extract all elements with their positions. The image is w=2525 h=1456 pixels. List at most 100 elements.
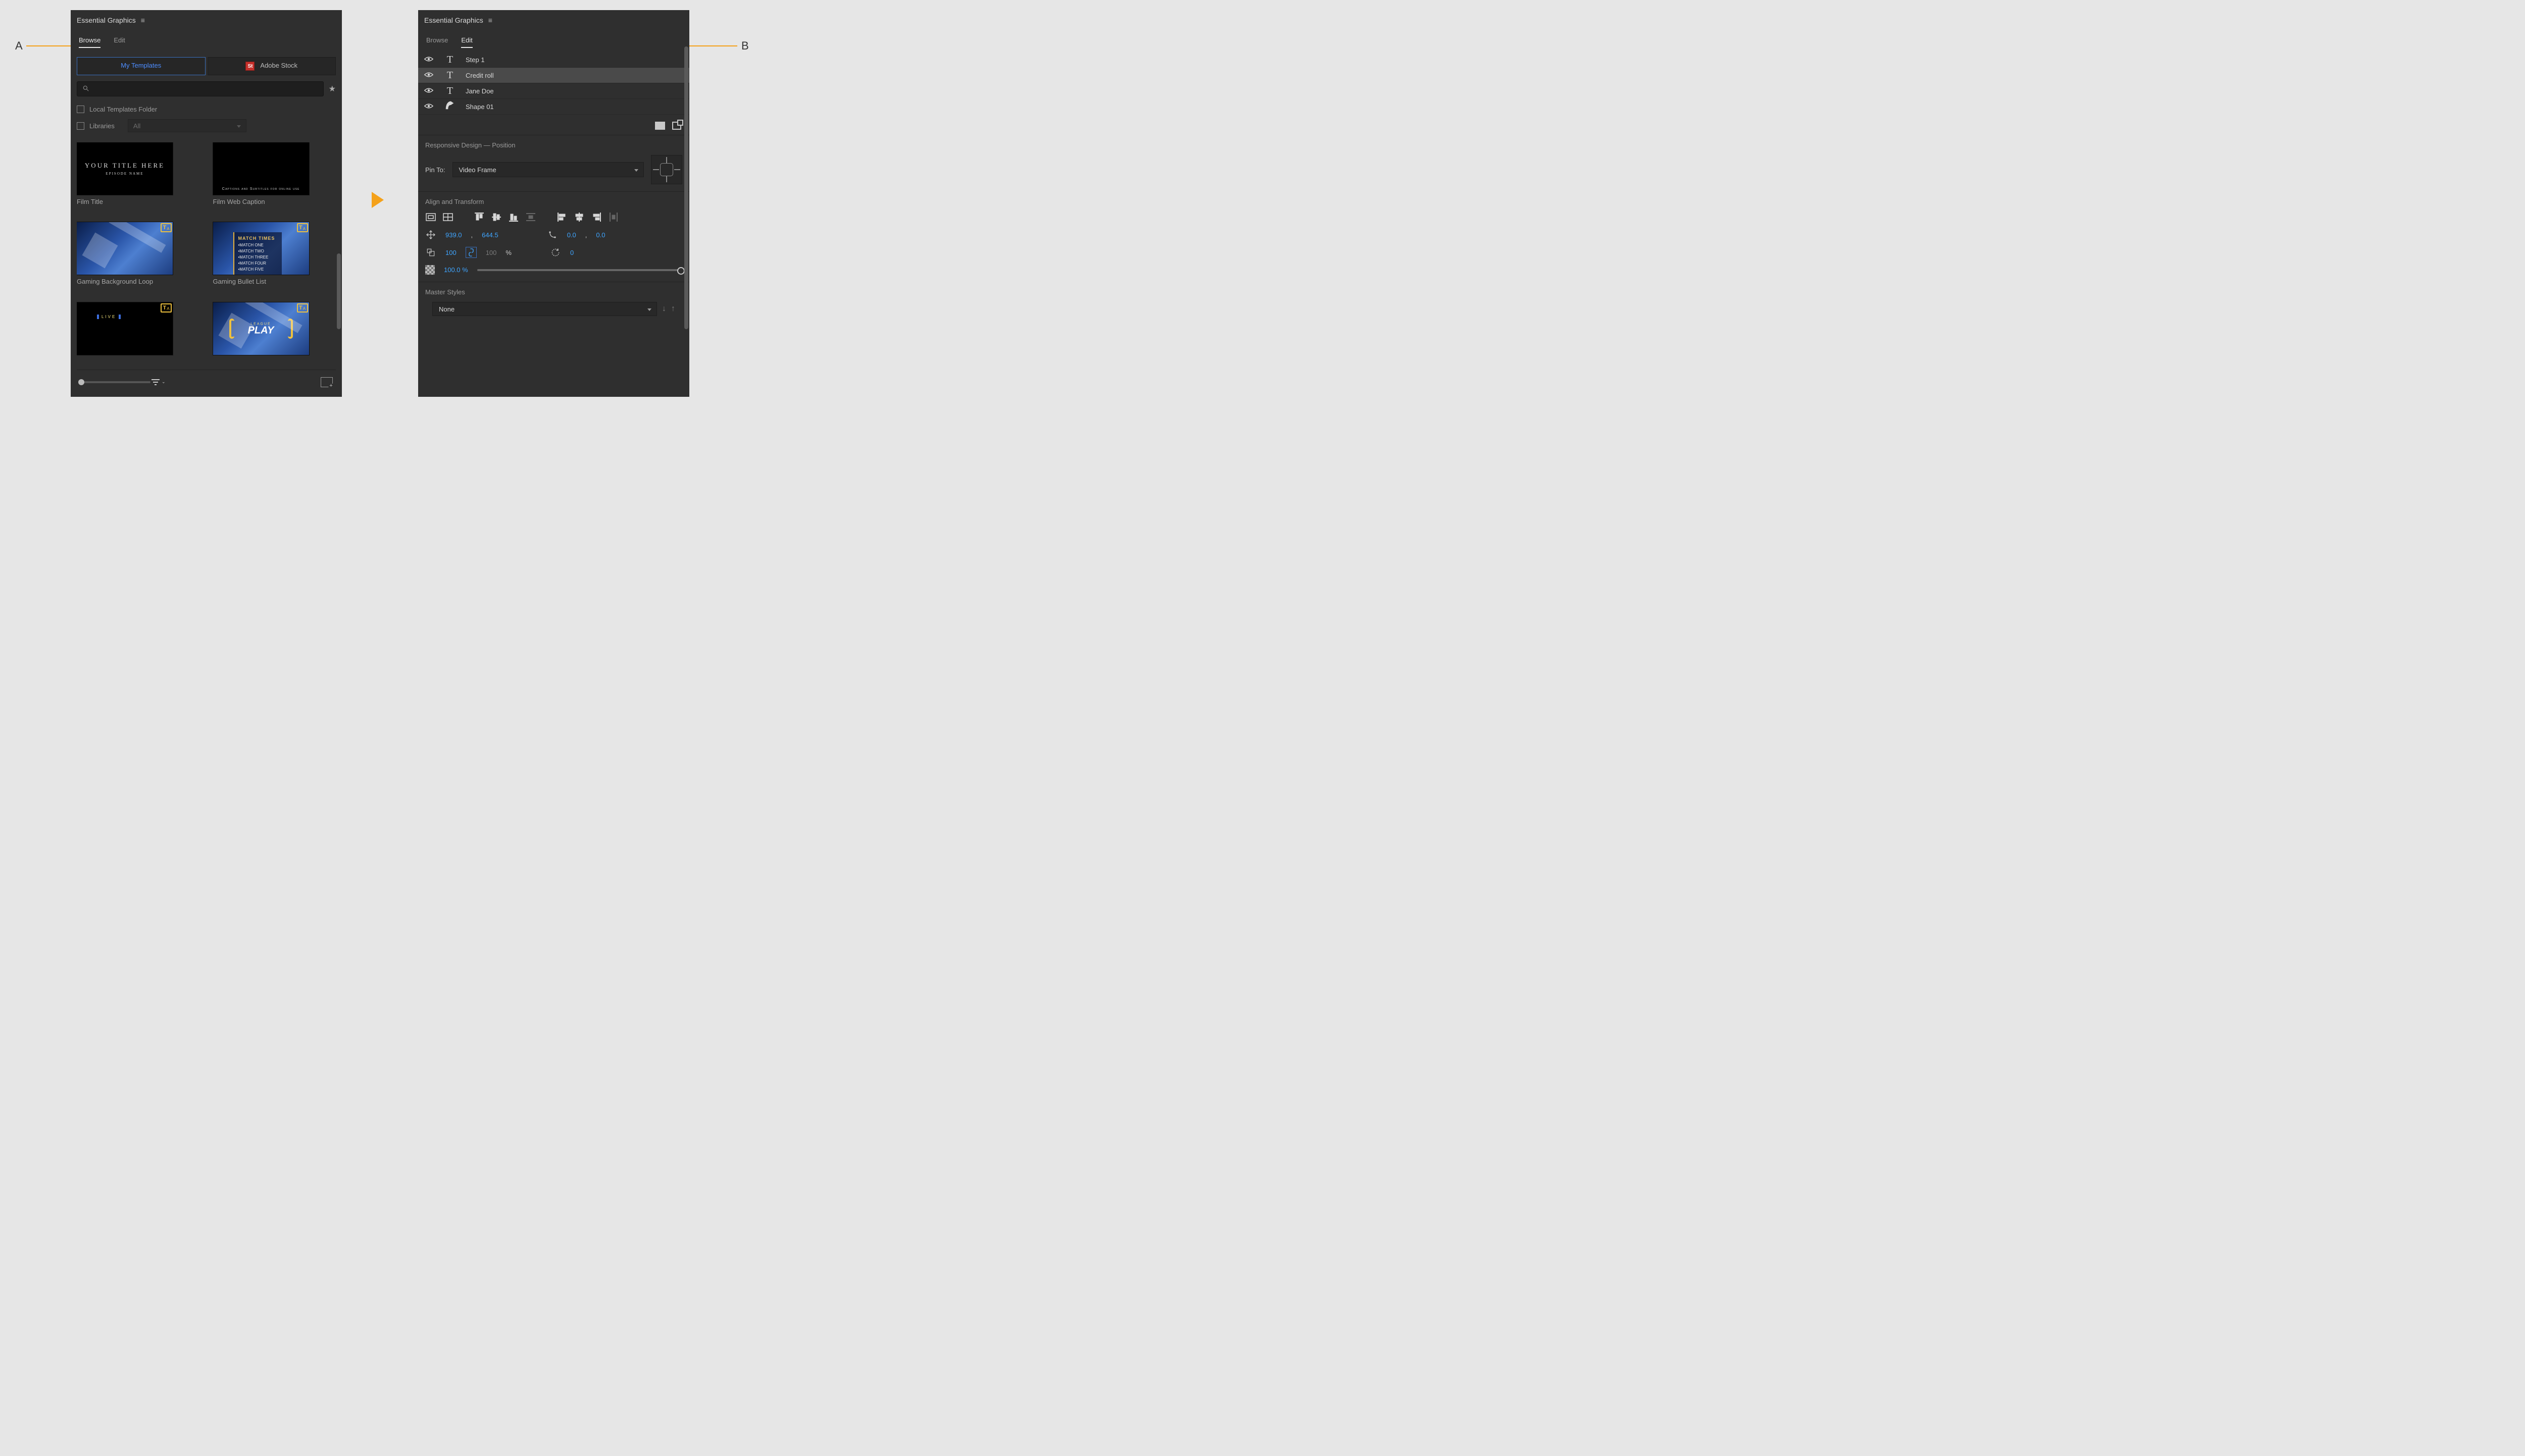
align-hcenter-icon[interactable] — [574, 212, 585, 223]
pin-to-value: Video Frame — [459, 166, 496, 174]
template-item[interactable]: Gaming Background Loop — [77, 222, 173, 297]
visibility-toggle-icon[interactable] — [423, 72, 434, 79]
tabs: Browse Edit — [71, 30, 342, 52]
layer-row[interactable]: Shape 01 — [418, 99, 689, 115]
push-style-icon[interactable]: ↓ — [662, 304, 666, 314]
checkbox-local-templates[interactable] — [77, 106, 84, 113]
opacity-slider[interactable] — [477, 269, 682, 271]
panel-header: Essential Graphics ≡ — [71, 10, 342, 30]
template-item[interactable]: LIVE — [77, 302, 173, 370]
search-input[interactable] — [77, 81, 324, 96]
template-thumbnail: LEAGUE PLAY — [213, 302, 309, 355]
scrollbar-thumb[interactable] — [337, 253, 341, 329]
tab-browse[interactable]: Browse — [426, 34, 448, 48]
panel-menu-icon[interactable]: ≡ — [141, 16, 145, 24]
distribute-h-icon[interactable] — [608, 212, 619, 223]
template-label: Gaming Bullet List — [213, 278, 309, 285]
scale-unit: % — [506, 249, 512, 256]
layer-row[interactable]: T Credit roll — [418, 68, 689, 83]
template-label: Gaming Background Loop — [77, 278, 173, 285]
opacity-value[interactable]: 100.0 % — [444, 266, 468, 274]
panel-title: Essential Graphics — [424, 16, 483, 24]
align-left-icon[interactable] — [557, 212, 568, 223]
layer-row[interactable]: T Jane Doe — [418, 83, 689, 99]
pin-to-select[interactable]: Video Frame — [452, 162, 644, 177]
scale-height-value: 100 — [486, 249, 497, 256]
search-icon — [82, 85, 89, 93]
sort-menu-icon[interactable]: ⌄ — [150, 378, 166, 386]
template-item[interactable]: YOUR TITLE HERE EPISODE NAME Film Title — [77, 142, 173, 217]
position-icon — [425, 230, 436, 240]
master-style-select[interactable]: None — [432, 302, 657, 316]
thumb-text: EPISODE NAME — [106, 172, 143, 176]
text-layer-icon: T — [441, 70, 459, 81]
template-thumbnail: LIVE — [77, 302, 173, 355]
rotation-value[interactable]: 0 — [570, 249, 574, 256]
visibility-toggle-icon[interactable] — [423, 103, 434, 111]
text-layer-icon: T — [441, 54, 459, 66]
template-item[interactable]: MATCH TIMES •MATCH ONE •MATCH TWO •MATCH… — [213, 222, 309, 297]
edit-body: T Step 1 T Credit roll T Jane Doe — [418, 52, 689, 397]
label-local-templates: Local Templates Folder — [89, 106, 157, 113]
align-right-icon[interactable] — [591, 212, 602, 223]
visibility-toggle-icon[interactable] — [423, 56, 434, 64]
scrollbar[interactable] — [336, 41, 341, 371]
template-item[interactable]: Captions and Subtitles for online use Fi… — [213, 142, 309, 217]
tab-browse[interactable]: Browse — [79, 34, 100, 48]
position-x-value[interactable]: 939.0 — [445, 231, 462, 239]
layer-label: Shape 01 — [466, 103, 494, 111]
panel-header: Essential Graphics ≡ — [418, 10, 689, 30]
anchor-x-value[interactable]: 0.0 — [567, 231, 576, 239]
align-safe-margin-icon[interactable] — [425, 212, 436, 223]
favorites-star-icon[interactable]: ★ — [329, 84, 336, 94]
new-layer-icon[interactable] — [672, 122, 681, 130]
layer-actions — [418, 115, 689, 135]
template-item[interactable]: LEAGUE PLAY — [213, 302, 309, 370]
align-vcenter-icon[interactable] — [491, 212, 502, 223]
panel-title: Essential Graphics — [77, 16, 136, 24]
scale-icon — [425, 248, 436, 257]
layer-label: Jane Doe — [466, 87, 494, 95]
pin-direction-widget[interactable] — [651, 155, 682, 184]
opacity-icon — [425, 265, 435, 275]
libraries-scope-select: All — [128, 119, 246, 132]
template-thumbnail: YOUR TITLE HERE EPISODE NAME — [77, 142, 173, 195]
tab-edit[interactable]: Edit — [114, 34, 125, 48]
pin-to-label: Pin To: — [425, 166, 445, 174]
link-scale-toggle[interactable] — [466, 247, 477, 258]
scrollbar[interactable] — [683, 41, 688, 371]
scale-width-value[interactable]: 100 — [445, 249, 457, 256]
sub-tab-my-templates[interactable]: My Templates — [77, 57, 206, 75]
install-mogrt-icon[interactable] — [321, 377, 333, 387]
distribute-v-icon[interactable] — [525, 212, 536, 223]
callout-label-b: B — [741, 39, 749, 53]
tab-edit[interactable]: Edit — [461, 34, 472, 48]
checkbox-libraries[interactable] — [77, 122, 84, 130]
align-bottom-icon[interactable] — [508, 212, 519, 223]
scrollbar-thumb[interactable] — [684, 46, 688, 329]
sub-tab-adobe-stock[interactable]: St Adobe Stock — [208, 57, 336, 75]
layer-label: Step 1 — [466, 56, 485, 64]
tabs: Browse Edit — [418, 30, 689, 52]
anchor-y-value[interactable]: 0.0 — [596, 231, 605, 239]
thumbnail-zoom-slider[interactable] — [80, 381, 150, 383]
position-y-value[interactable]: 644.5 — [482, 231, 498, 239]
align-center-frame-icon[interactable] — [442, 212, 453, 223]
essential-graphics-panel-edit: Essential Graphics ≡ Browse Edit T Step … — [418, 10, 689, 397]
callout-label-a: A — [15, 39, 23, 53]
essential-graphics-panel-browse: Essential Graphics ≡ Browse Edit My Temp… — [71, 10, 342, 397]
panel-menu-icon[interactable]: ≡ — [488, 16, 492, 24]
align-top-icon[interactable] — [474, 212, 485, 223]
mogrt-badge-icon — [297, 223, 308, 232]
template-label: Film Title — [77, 198, 173, 205]
layer-label: Credit roll — [466, 72, 494, 79]
pull-style-icon[interactable]: ↑ — [671, 304, 675, 314]
layer-row[interactable]: T Step 1 — [418, 52, 689, 68]
new-group-icon[interactable] — [655, 122, 665, 130]
rotation-icon — [550, 247, 561, 257]
libraries-scope-value: All — [133, 122, 140, 130]
browse-footer: ⌄ — [77, 370, 336, 394]
visibility-toggle-icon[interactable] — [423, 87, 434, 95]
section-title: Align and Transform — [425, 198, 682, 205]
section-title: Master Styles — [425, 288, 682, 296]
